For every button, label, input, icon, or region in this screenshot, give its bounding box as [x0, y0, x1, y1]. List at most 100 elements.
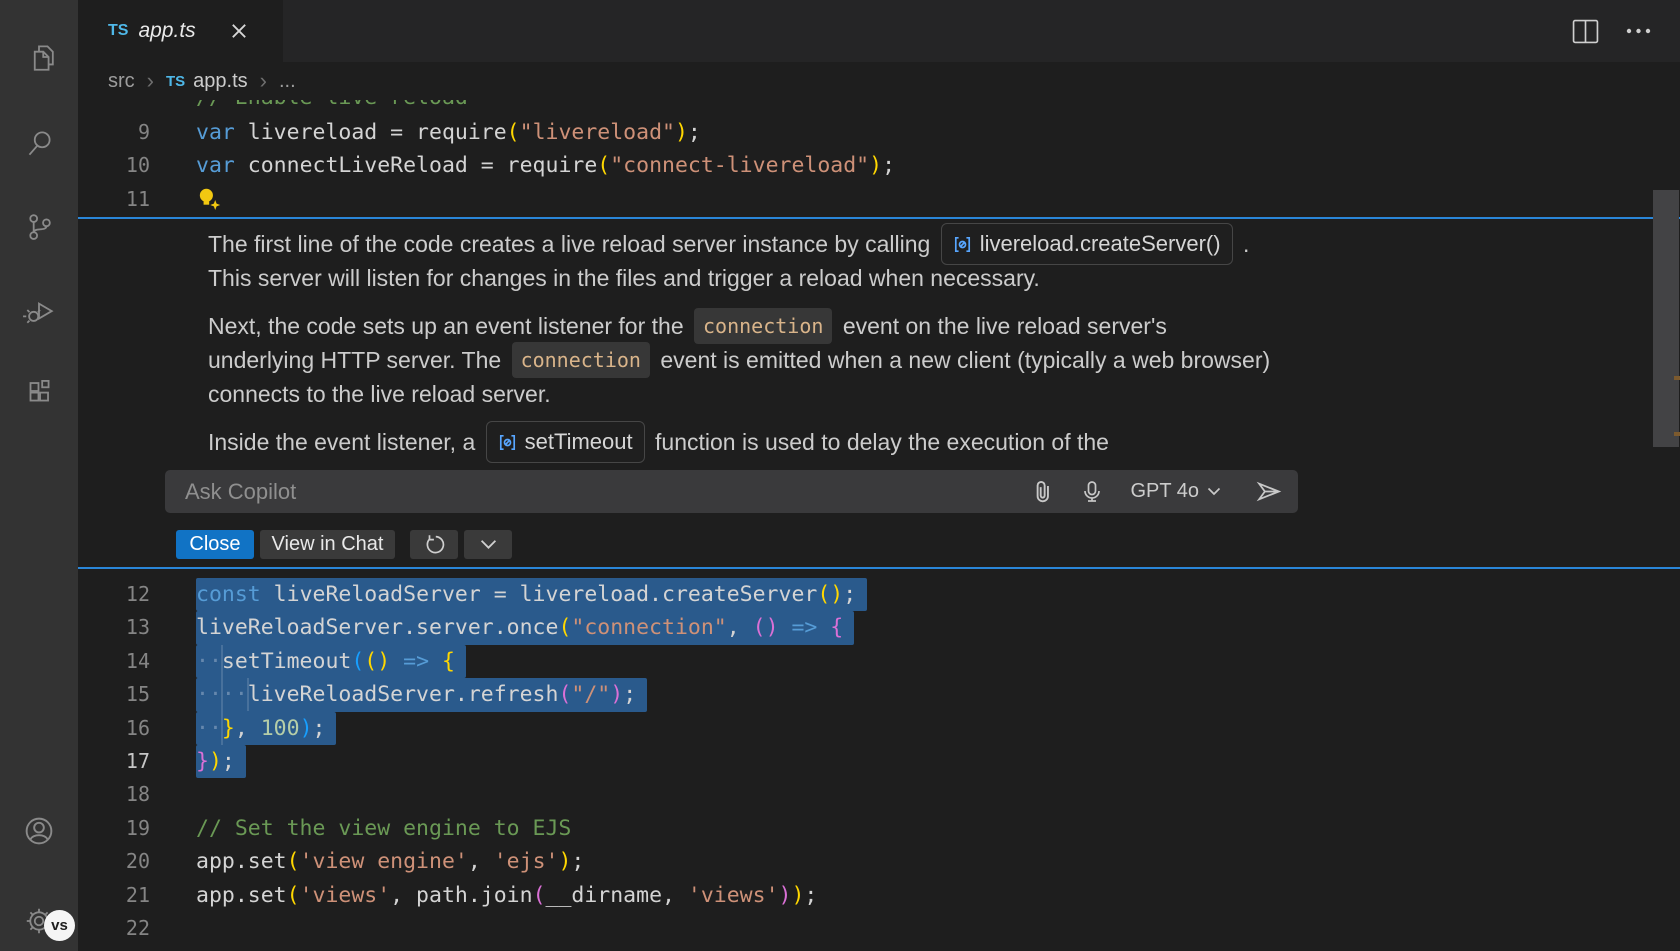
search-button[interactable] [0, 113, 78, 173]
code-line[interactable]: 9var livereload = require("livereload"); [78, 116, 1680, 149]
paragraph-line: Next, the code sets up an event listener… [208, 309, 1298, 343]
more-options-button[interactable] [464, 530, 512, 559]
selection-highlight: ··setTimeout(() => { [196, 645, 466, 678]
inline-chat-actions: Close View in Chat [176, 530, 512, 559]
symbol-link-chip[interactable]: livereload.createServer() [941, 223, 1233, 265]
code-line[interactable]: 20app.set('view engine', 'ejs'); [78, 845, 1680, 878]
code-line[interactable]: 19// Set the view engine to EJS [78, 812, 1680, 845]
source-control-button[interactable] [0, 196, 78, 256]
code-line[interactable]: 10var connectLiveReload = require("conne… [78, 149, 1680, 182]
code-token: ; [688, 120, 701, 145]
run-and-debug-button[interactable] [0, 280, 78, 340]
paragraph-line: connects to the live reload server. [208, 377, 1298, 411]
code-line[interactable]: 15····liveReloadServer.refresh("/"); [78, 678, 1680, 711]
scrollbar-thumb[interactable] [1653, 190, 1679, 447]
indent-guide [221, 645, 223, 745]
editor-actions [1572, 0, 1652, 62]
code-line[interactable]: 14··setTimeout(() => { [78, 645, 1680, 678]
code-line[interactable]: 17}); [78, 745, 1680, 778]
send-icon[interactable] [1255, 478, 1282, 505]
account-button[interactable] [0, 801, 78, 861]
tab-label: app.ts [138, 19, 195, 43]
code-token: 'view engine' [300, 849, 468, 874]
code-token: ; [571, 849, 584, 874]
paragraph-text: The first line of the code creates a liv… [208, 227, 937, 261]
code-token: , path.join [390, 883, 532, 908]
tab-bar: TS app.ts [78, 0, 1680, 62]
code-text: // Set the view engine to EJS [196, 812, 571, 845]
paragraph-line: The first line of the code creates a liv… [208, 227, 1298, 261]
code-token: 100 [261, 716, 300, 741]
code-line[interactable]: 22 [78, 912, 1680, 945]
view-in-chat-button[interactable]: View in Chat [260, 530, 395, 559]
code-token: ) [869, 153, 882, 178]
code-token: livereload = require [235, 120, 507, 145]
code-token: ) [791, 883, 804, 908]
code-token: ( [287, 883, 300, 908]
line-number: 11 [78, 183, 150, 216]
copilot-explanation: The first line of the code creates a liv… [208, 227, 1298, 473]
line-number: 20 [78, 845, 150, 878]
attach-icon[interactable] [1032, 478, 1054, 505]
ask-copilot-input[interactable] [185, 479, 1020, 505]
code-line[interactable]: 11 [78, 183, 1680, 216]
code-token: , [727, 615, 753, 640]
code-token: liveReloadServer.server.once [196, 615, 558, 640]
more-actions-icon[interactable] [1625, 26, 1652, 36]
paragraph-text: connects to the live reload server. [208, 377, 551, 411]
split-editor-icon[interactable] [1572, 19, 1599, 44]
chip-label: setTimeout [525, 425, 633, 459]
paragraph-text: event is emitted when a new client (typi… [654, 343, 1270, 377]
profile-badge[interactable]: vs [44, 910, 75, 941]
code-token: "connect-livereload" [610, 153, 869, 178]
line-content [196, 183, 229, 216]
code-token: ) [209, 749, 222, 774]
activity-bar: vs [0, 0, 78, 951]
selection-highlight: const liveReloadServer = livereload.crea… [196, 578, 867, 611]
code-token: () [753, 615, 779, 640]
code-token: ; [313, 716, 326, 741]
inline-chat-bottom-border [78, 567, 1680, 570]
paragraph-line: This server will listen for changes in t… [208, 261, 1298, 295]
extensions-button[interactable] [0, 361, 78, 421]
breadcrumb: src › TS app.ts › ... [78, 62, 1680, 100]
symbol-link-chip[interactable]: setTimeout [486, 421, 645, 463]
copilot-lightbulb-icon[interactable] [196, 186, 223, 213]
line-number: 17 [78, 745, 150, 778]
model-label: GPT 4o [1130, 480, 1199, 503]
line-content: var livereload = require("livereload"); [196, 116, 701, 149]
code-line[interactable]: 16 ··}, 100); [78, 712, 1680, 745]
breadcrumb-file[interactable]: app.ts [193, 70, 247, 93]
inline-code-chip[interactable]: connection [512, 342, 650, 378]
indent-guide [247, 678, 249, 711]
explorer-button[interactable] [0, 27, 78, 87]
selection-highlight: liveReloadServer.server.once("connection… [196, 611, 854, 644]
breadcrumb-symbol[interactable]: ... [279, 70, 296, 93]
chip-label: livereload.createServer() [980, 227, 1221, 261]
code-line[interactable]: 21app.set('views', path.join(__dirname, … [78, 879, 1680, 912]
paragraph-text: . [1237, 227, 1250, 261]
breadcrumb-folder[interactable]: src [108, 70, 135, 93]
code-token: ·· [196, 649, 222, 674]
close-tab-button[interactable] [230, 22, 248, 40]
mic-icon[interactable] [1080, 478, 1104, 505]
model-picker[interactable]: GPT 4o [1130, 480, 1221, 503]
code-token: "connection" [571, 615, 726, 640]
selection-highlight: ··}, 100); [196, 712, 336, 745]
code-line[interactable]: 13liveReloadServer.server.once("connecti… [78, 611, 1680, 644]
code-lines-bottom: 12const liveReloadServer = livereload.cr… [78, 578, 1680, 945]
close-button[interactable]: Close [176, 530, 254, 559]
line-number: 15 [78, 678, 150, 711]
code-token: => [779, 615, 831, 640]
tab-app-ts[interactable]: TS app.ts [78, 0, 283, 62]
code-token: } [196, 749, 209, 774]
inline-code-chip[interactable]: connection [694, 308, 832, 344]
code-line[interactable]: 18 [78, 778, 1680, 811]
code-line[interactable]: 12const liveReloadServer = livereload.cr… [78, 578, 1680, 611]
editor-group: // Enable live reload 9var livereload = … [78, 0, 1680, 951]
code-token: , [235, 716, 261, 741]
code-token: app.set [196, 883, 287, 908]
paragraph-line: underlying HTTP server. The connection e… [208, 343, 1298, 377]
regenerate-button[interactable] [410, 530, 458, 559]
line-number: 16 [78, 712, 150, 745]
